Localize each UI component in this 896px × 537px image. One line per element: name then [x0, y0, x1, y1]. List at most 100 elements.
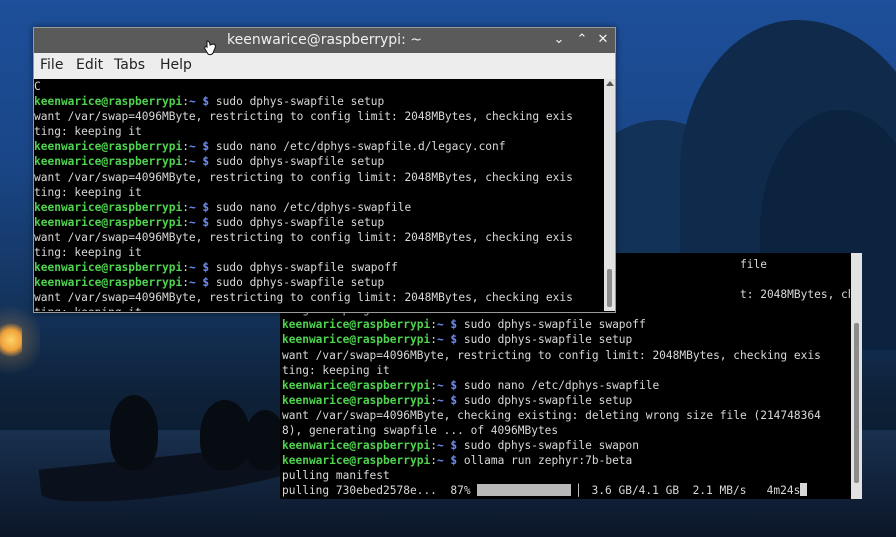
output-text: ting: keeping it [34, 306, 142, 311]
prompt-user: keenwarice@raspberrypi [34, 276, 183, 290]
menu-help[interactable]: Help [160, 57, 192, 73]
terminal-line: ting: keeping it [34, 185, 604, 200]
prompt-separator: : [430, 439, 437, 453]
terminal-line: 8), generating swapfile ... of 4096MByte… [282, 423, 850, 438]
lantern-icon [0, 320, 22, 360]
prompt-separator: : [182, 140, 189, 154]
terminal-line: want /var/swap=4096MByte, restricting to… [34, 109, 604, 124]
prompt-separator: : [182, 215, 189, 229]
menu-file[interactable]: File [40, 57, 63, 73]
prompt-user: keenwarice@raspberrypi [282, 454, 431, 468]
progress-stats: ▏ 3.6 GB/4.1 GB 2.1 MB/s 4m24s [571, 484, 801, 497]
scrollbar[interactable] [851, 253, 862, 499]
prompt-directory: ~ $ [188, 155, 210, 169]
output-text: ting: keeping it [34, 125, 142, 139]
terminal-line: keenwarice@raspberrypi:~ $ sudo dphys-sw… [282, 317, 850, 332]
prompt-user: keenwarice@raspberrypi [282, 318, 431, 332]
command-text: sudo dphys-swapfile setup [457, 333, 633, 347]
terminal-line: want /var/swap=4096MByte, restricting to… [34, 230, 604, 245]
command-text: sudo nano /etc/dphys-swapfile.d/legacy.c… [209, 140, 506, 154]
terminal-line: keenwarice@raspberrypi:~ $ sudo dphys-sw… [34, 275, 604, 290]
window-title: keenwarice@raspberrypi: ~ [227, 32, 422, 48]
output-text: want /var/swap=4096MByte, restricting to… [34, 170, 573, 184]
scrollbar[interactable] [604, 79, 615, 311]
menu-bar: File Edit Tabs Help [34, 53, 615, 79]
prompt-directory: ~ $ [436, 378, 458, 392]
menu-tabs[interactable]: Tabs [114, 57, 145, 73]
close-button[interactable]: ✕ [594, 31, 612, 49]
prompt-separator: : [430, 454, 437, 468]
prompt-user: keenwarice@raspberrypi [282, 439, 431, 453]
terminal-line: ting: keeping it [282, 363, 850, 378]
prompt-user: keenwarice@raspberrypi [282, 378, 431, 392]
command-text: sudo dphys-swapfile setup [209, 95, 385, 109]
command-text: sudo dphys-swapfile swapoff [209, 261, 398, 275]
prompt-user: keenwarice@raspberrypi [34, 95, 183, 109]
terminal-line: want /var/swap=4096MByte, checking exist… [282, 408, 850, 423]
mouse-pointer-icon [204, 40, 216, 56]
download-progress-bar [477, 484, 572, 497]
terminal-line: ting: keeping it [34, 245, 604, 260]
command-text: sudo dphys-swapfile setup [209, 276, 385, 290]
prompt-separator: : [182, 95, 189, 109]
scroll-up-arrow-icon[interactable] [606, 81, 614, 86]
terminal-line: keenwarice@raspberrypi:~ $ sudo dphys-sw… [34, 154, 604, 169]
terminal-line: keenwarice@raspberrypi:~ $ sudo dphys-sw… [34, 215, 604, 230]
output-text: C [34, 80, 41, 93]
terminal-line: keenwarice@raspberrypi:~ $ sudo nano /et… [34, 139, 604, 154]
terminal-line: keenwarice@raspberrypi:~ $ sudo dphys-sw… [34, 260, 604, 275]
command-text: sudo nano /etc/dphys-swapfile [209, 200, 412, 214]
prompt-separator: : [182, 276, 189, 290]
terminal-line: ting: keeping it [34, 124, 604, 139]
prompt-directory: ~ $ [436, 393, 458, 407]
output-text: want /var/swap=4096MByte, restricting to… [34, 110, 573, 124]
command-text: sudo dphys-swapfile swapon [457, 439, 640, 453]
output-text: pulling manifest [282, 469, 390, 483]
output-text: 8), generating swapfile ... of 4096MByte… [282, 424, 559, 438]
prompt-separator: : [430, 333, 437, 347]
minimize-button[interactable]: ⌄ [550, 31, 568, 49]
terminal-line: keenwarice@raspberrypi:~ $ sudo dphys-sw… [282, 438, 850, 453]
scrollbar-thumb[interactable] [854, 323, 859, 483]
terminal-window-front[interactable]: keenwarice@raspberrypi: ~ ⌄ ⌃ ✕ File Edi… [33, 27, 616, 313]
command-text: sudo nano /etc/dphys-swapfile [457, 378, 660, 392]
terminal-line: keenwarice@raspberrypi:~ $ sudo dphys-sw… [282, 332, 850, 347]
output-text: ting: keeping it [282, 363, 390, 377]
output-text: ting: keeping it [34, 246, 142, 260]
prompt-directory: ~ $ [436, 454, 458, 468]
prompt-directory: ~ $ [188, 200, 210, 214]
window-titlebar[interactable]: keenwarice@raspberrypi: ~ ⌄ ⌃ ✕ [34, 28, 615, 53]
command-text: sudo dphys-swapfile setup [209, 155, 385, 169]
prompt-user: keenwarice@raspberrypi [34, 215, 183, 229]
prompt-user: keenwarice@raspberrypi [34, 200, 183, 214]
terminal-line: pulling manifest [282, 468, 850, 483]
prompt-user: keenwarice@raspberrypi [34, 140, 183, 154]
output-text: ting: keeping it [34, 185, 142, 199]
prompt-user: keenwarice@raspberrypi [34, 261, 183, 275]
maximize-button[interactable]: ⌃ [573, 31, 591, 49]
scrollbar-thumb[interactable] [607, 269, 612, 307]
progress-label: pulling 730ebed2578e... 87% [282, 484, 478, 497]
prompt-user: keenwarice@raspberrypi [282, 333, 431, 347]
prompt-directory: ~ $ [188, 140, 210, 154]
terminal-line: want /var/swap=4096MByte, restricting to… [34, 290, 604, 305]
menu-edit[interactable]: Edit [76, 57, 103, 73]
terminal-line: want /var/swap=4096MByte, restricting to… [282, 348, 850, 363]
terminal-output[interactable]: Ckeenwarice@raspberrypi:~ $ sudo dphys-s… [34, 79, 604, 311]
terminal-line: C [34, 79, 604, 94]
prompt-directory: ~ $ [188, 276, 210, 290]
terminal-line: keenwarice@raspberrypi:~ $ sudo nano /et… [34, 200, 604, 215]
cormorant-silhouette [245, 410, 285, 470]
terminal-line: keenwarice@raspberrypi:~ $ sudo nano /et… [282, 378, 850, 393]
prompt-separator: : [182, 261, 189, 275]
prompt-directory: ~ $ [188, 215, 210, 229]
terminal-line: keenwarice@raspberrypi:~ $ sudo dphys-sw… [282, 393, 850, 408]
terminal-line: ting: keeping it [34, 305, 604, 311]
prompt-separator: : [430, 393, 437, 407]
command-text: sudo dphys-swapfile setup [209, 215, 385, 229]
terminal-line: keenwarice@raspberrypi:~ $ ollama run ze… [282, 453, 850, 468]
prompt-directory: ~ $ [436, 439, 458, 453]
output-text: want /var/swap=4096MByte, restricting to… [34, 230, 573, 244]
output-text: want /var/swap=4096MByte, checking exist… [282, 408, 821, 422]
terminal-line: want /var/swap=4096MByte, restricting to… [34, 170, 604, 185]
